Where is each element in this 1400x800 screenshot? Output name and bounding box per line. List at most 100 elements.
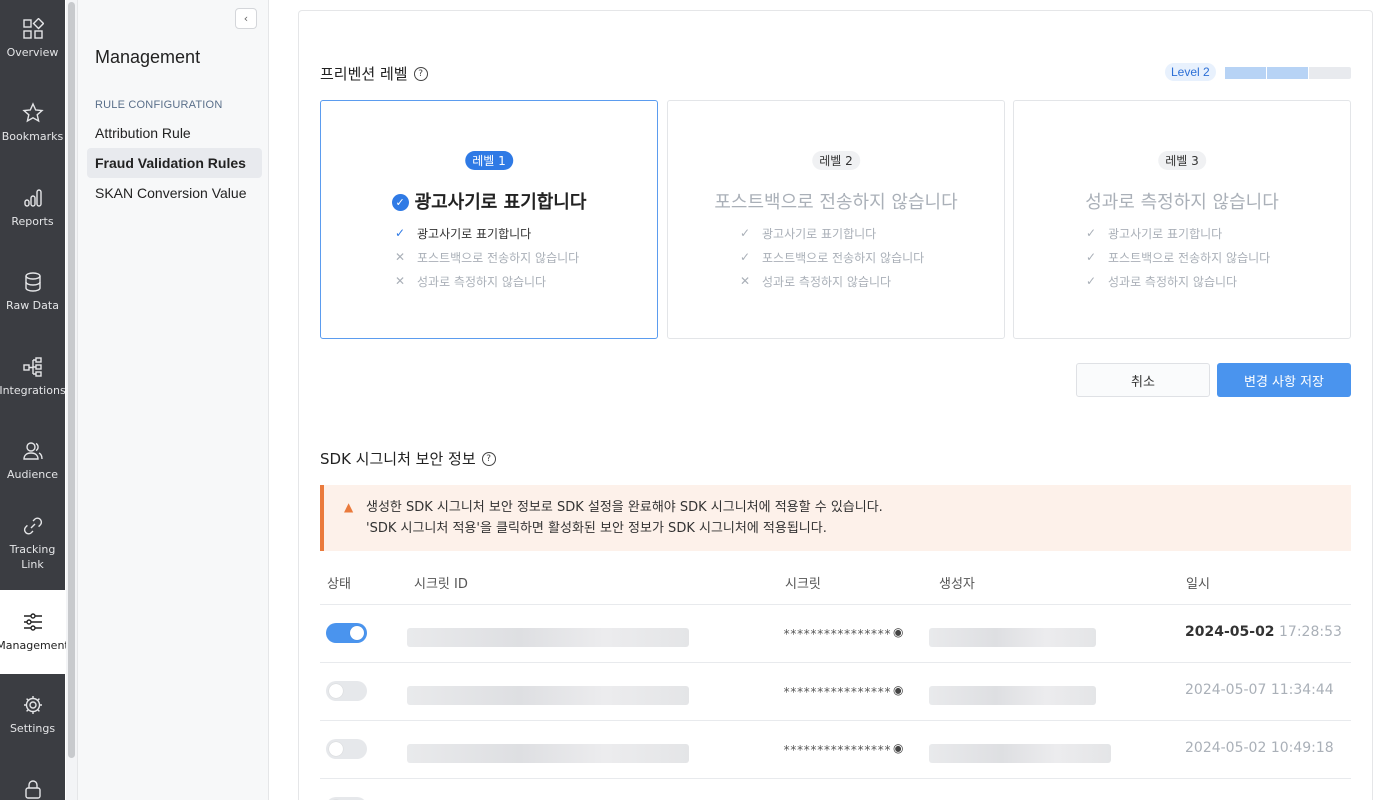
- level-heading: 성과로 측정하지 않습니다: [1014, 188, 1350, 214]
- chevron-left-icon: ‹: [243, 12, 249, 25]
- gear-icon: [23, 696, 42, 714]
- feature-text: 광고사기로 표기합니다: [1108, 226, 1223, 241]
- help-icon[interactable]: ?: [413, 66, 428, 81]
- rail-label: Management: [0, 638, 69, 652]
- rail-item-integrations[interactable]: Integrations: [0, 356, 66, 399]
- redacted-creator: [929, 744, 1111, 763]
- bar-chart-icon: [23, 189, 42, 207]
- collapse-sidebar-button[interactable]: ‹: [235, 8, 257, 29]
- level-pill: 레벨 2: [812, 151, 860, 170]
- sidebar-title: Management: [95, 47, 201, 67]
- feature-text: 포스트백으로 전송하지 않습니다: [1108, 250, 1271, 265]
- sidebar-item-skan-conversion-value[interactable]: SKAN Conversion Value: [87, 178, 262, 208]
- column-header-status: 상태: [327, 577, 351, 592]
- feature-item: ✕ 성과로 측정하지 않습니다: [395, 269, 579, 293]
- level-pill: 레벨 3: [1158, 151, 1206, 170]
- feature-item: ✓ 광고사기로 표기합니다: [395, 221, 579, 245]
- toggle-knob: [350, 626, 364, 640]
- sdk-signature-title: SDK 시그니처 보안 정보 ?: [320, 448, 496, 469]
- rail-item-lock[interactable]: [0, 778, 65, 800]
- grid-icon: [22, 18, 44, 39]
- warning-icon: ▲: [344, 500, 354, 514]
- rail-item-management[interactable]: Management: [0, 590, 69, 674]
- column-header-creator: 생성자: [939, 577, 975, 592]
- rail-label: Integrations: [0, 384, 66, 397]
- time-text: 11:34:44: [1270, 682, 1334, 698]
- level-progress-bar: [1225, 67, 1351, 79]
- table-divider: [320, 662, 1351, 663]
- sidebar-item-attribution-rule[interactable]: Attribution Rule: [87, 118, 262, 148]
- management-sidebar: ‹ Management RULE CONFIGURATION Attribut…: [78, 0, 269, 800]
- help-icon[interactable]: ?: [481, 451, 496, 466]
- alert-line: ▲ 생성한 SDK 시그니처 보안 정보로 SDK 설정을 완료해야 SDK 시그…: [344, 497, 1351, 518]
- check-circle-icon: ✓: [391, 194, 409, 211]
- rail-scrollbar[interactable]: [66, 0, 78, 800]
- alert-line: 'SDK 시그니처 적용'을 클릭하면 활성화된 보안 정보가 SDK 시그니처…: [344, 518, 1351, 539]
- feature-text: 성과로 측정하지 않습니다: [417, 274, 547, 289]
- masked-secret: ****************: [783, 743, 891, 757]
- level-feature-list: ✓ 광고사기로 표기합니다 ✓ 포스트백으로 전송하지 않습니다 ✓ 성과로 측정하지…: [1086, 221, 1270, 293]
- prevention-level-title: 프리벤션 레벨 ?: [320, 63, 428, 84]
- redacted-secret-id: [407, 744, 689, 763]
- feature-item: ✓ 포스트백으로 전송하지 않습니다: [1086, 245, 1270, 269]
- status-toggle[interactable]: [326, 681, 367, 701]
- rail-item-audience[interactable]: Audience: [0, 440, 65, 483]
- check-icon: ✓: [395, 226, 406, 240]
- date-text: 2024-05-07: [1185, 682, 1267, 698]
- rail-item-settings[interactable]: Settings: [0, 694, 65, 737]
- rail-label: Tracking Link: [9, 543, 56, 571]
- level-card-1[interactable]: 레벨 1 ✓ 광고사기로 표기합니다 ✓ 광고사기로 표기합니다 ✕ 포스트백으로 전…: [320, 100, 658, 339]
- check-icon: ✓: [1086, 274, 1097, 288]
- alert-text: 'SDK 시그니처 적용'을 클릭하면 활성화된 보안 정보가 SDK 시그니처…: [366, 521, 827, 536]
- eye-icon[interactable]: ◉: [893, 683, 903, 697]
- feature-item: ✕ 포스트백으로 전송하지 않습니다: [395, 245, 579, 269]
- table-divider: [320, 720, 1351, 721]
- cancel-button[interactable]: 취소: [1076, 363, 1210, 397]
- sidebar-item-fraud-validation-rules[interactable]: Fraud Validation Rules: [87, 148, 262, 178]
- created-datetime: 2024-05-02 10:49:18: [1185, 740, 1334, 756]
- check-icon: ✓: [1086, 226, 1097, 240]
- integration-icon: [22, 357, 42, 377]
- rail-item-bookmarks[interactable]: Bookmarks: [0, 102, 65, 145]
- redacted-creator: [929, 628, 1096, 647]
- eye-icon[interactable]: ◉: [893, 741, 903, 755]
- redacted-secret-id: [407, 628, 689, 647]
- check-icon: ✓: [740, 250, 751, 264]
- level-heading-text: 광고사기로 표기합니다: [414, 192, 587, 213]
- time-text: 17:28:53: [1279, 624, 1342, 640]
- rail-item-tracking-link[interactable]: Tracking Link: [0, 515, 65, 573]
- main-panel: 프리벤션 레벨 ? Level 2 레벨 1 ✓ 광고사기로 표기합니다 ✓ 광고사…: [298, 10, 1373, 800]
- audience-icon: [22, 442, 43, 460]
- feature-text: 광고사기로 표기합니다: [762, 226, 877, 241]
- level-card-3[interactable]: 레벨 3 성과로 측정하지 않습니다 ✓ 광고사기로 표기합니다 ✓ 포스트백으로 …: [1013, 100, 1351, 339]
- status-toggle[interactable]: [326, 623, 367, 643]
- level-pill: 레벨 1: [465, 151, 513, 170]
- save-changes-button[interactable]: 변경 사항 저장: [1217, 363, 1351, 397]
- level-card-2[interactable]: 레벨 2 포스트백으로 전송하지 않습니다 ✓ 광고사기로 표기합니다 ✓ 포스트백…: [667, 100, 1005, 339]
- column-header-secret-id: 시크릿 ID: [414, 577, 468, 592]
- column-header-secret: 시크릿: [785, 577, 821, 592]
- masked-secret: ****************: [783, 685, 891, 699]
- sidebar-item-label: Fraud Validation Rules: [95, 155, 246, 171]
- database-icon: [24, 272, 41, 292]
- eye-icon[interactable]: ◉: [893, 625, 903, 639]
- column-header-date: 일시: [1186, 577, 1210, 592]
- rail-item-reports[interactable]: Reports: [0, 187, 65, 230]
- rail-item-overview[interactable]: Overview: [0, 18, 65, 61]
- feature-text: 광고사기로 표기합니다: [417, 226, 532, 241]
- scrollbar-thumb[interactable]: [68, 2, 75, 758]
- feature-text: 성과로 측정하지 않습니다: [1108, 274, 1238, 289]
- rail-item-raw-data[interactable]: Raw Data: [0, 271, 65, 314]
- level-heading-text: 포스트백으로 전송하지 않습니다: [714, 192, 958, 213]
- rail-label: Reports: [11, 215, 54, 228]
- toggle-knob: [329, 742, 343, 756]
- feature-item: ✕ 성과로 측정하지 않습니다: [740, 269, 924, 293]
- date-text: 2024-05-02: [1185, 740, 1267, 756]
- section-title-text: 프리벤션 레벨: [320, 65, 408, 83]
- status-toggle[interactable]: [326, 739, 367, 759]
- table-divider: [320, 604, 1351, 605]
- level-segment: [1225, 67, 1267, 79]
- level-heading: ✓ 광고사기로 표기합니다: [321, 188, 657, 214]
- star-icon: [21, 102, 44, 123]
- redacted-creator: [929, 686, 1096, 705]
